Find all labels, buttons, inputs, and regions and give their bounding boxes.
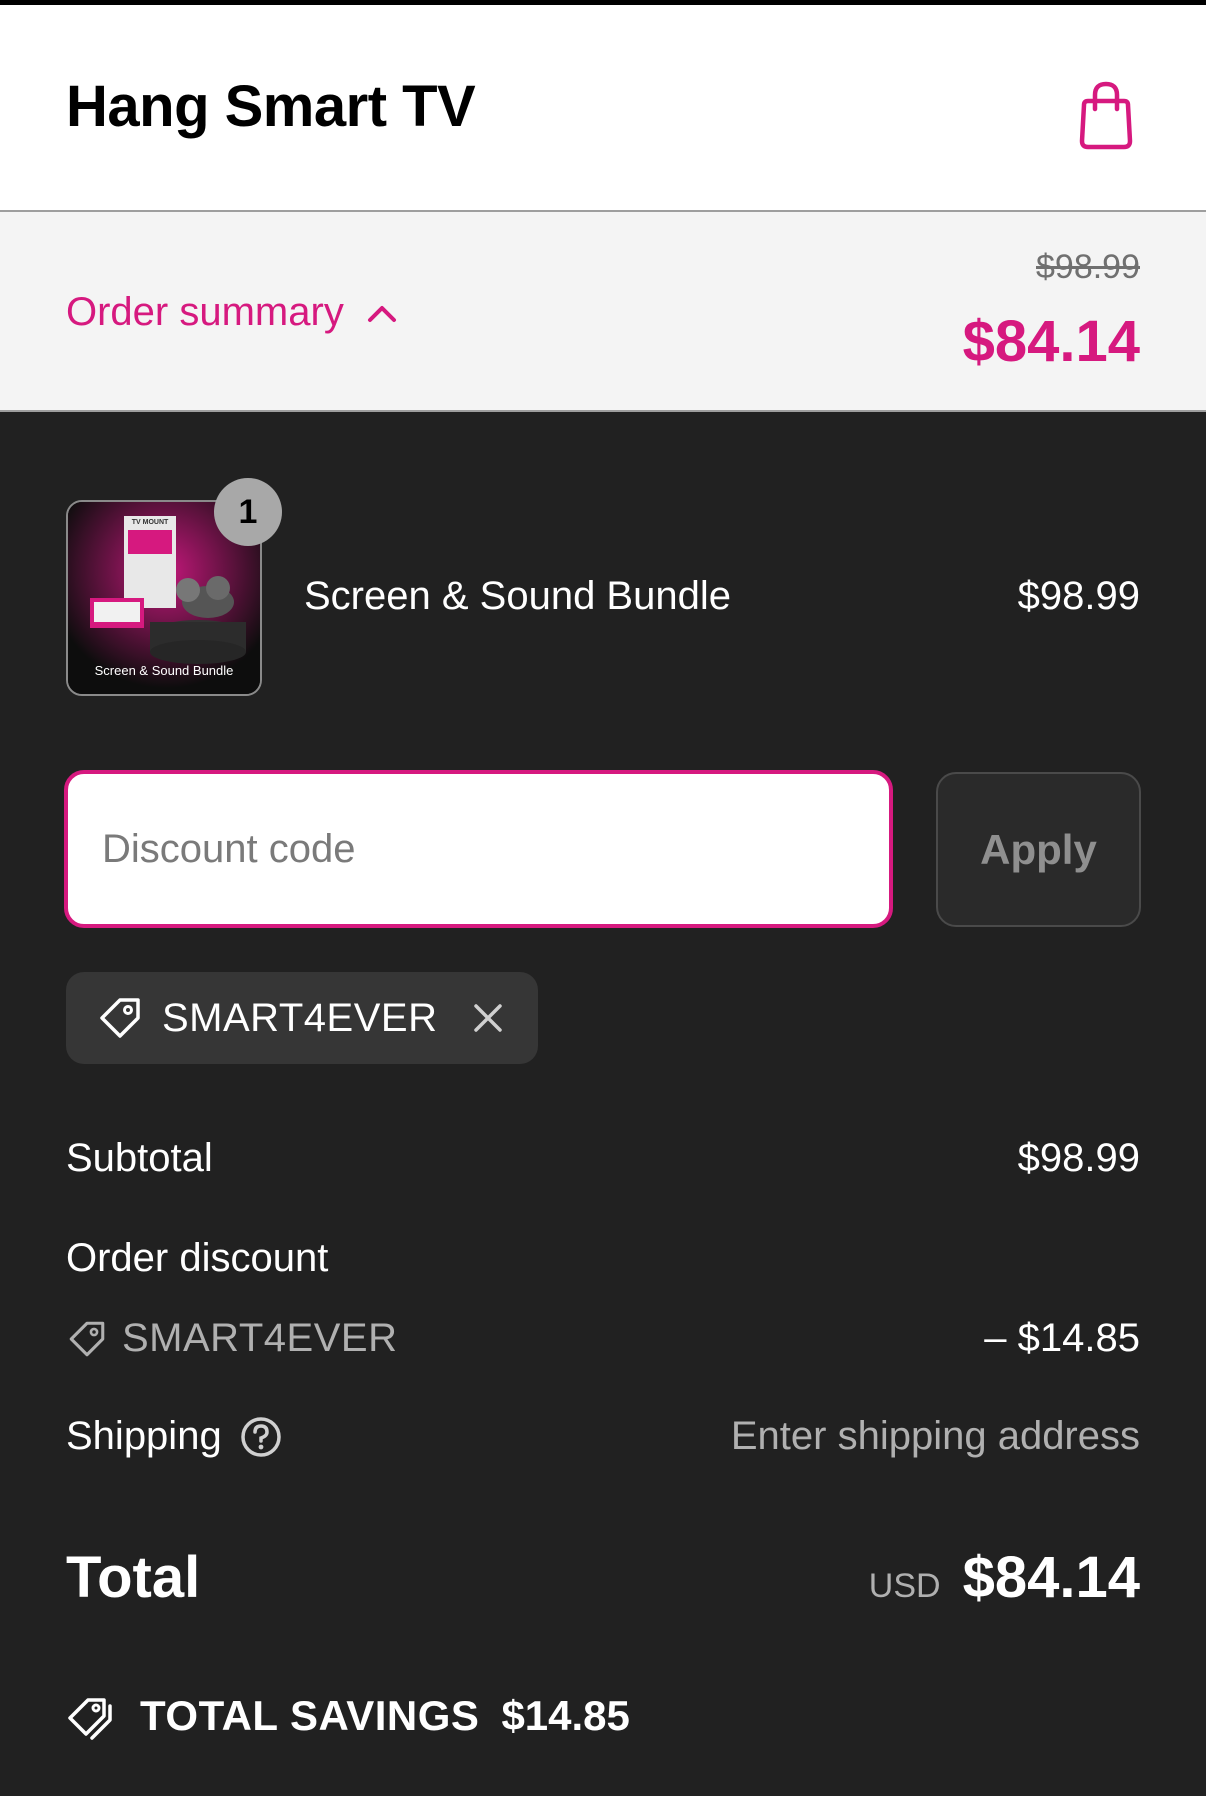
total-savings-value: $14.85 <box>501 1692 630 1739</box>
discount-code-input[interactable] <box>64 770 893 928</box>
apply-button[interactable]: Apply <box>936 772 1141 927</box>
discounted-price: $84.14 <box>962 309 1140 374</box>
applied-discount-chip: SMART4EVER <box>66 972 538 1064</box>
order-discount-label: Order discount <box>66 1236 329 1280</box>
shipping-label: Shipping <box>66 1414 222 1458</box>
line-item: TV MOUNT Screen & Sound Bundle 1 Screen … <box>66 478 1140 698</box>
currency-code: USD <box>868 1567 941 1605</box>
order-summary-label: Order summary <box>66 290 344 334</box>
order-summary-bar: Order summary $98.99 $84.14 <box>0 212 1206 412</box>
total-savings: TOTAL SAVINGS $14.85 <box>66 1692 630 1740</box>
applied-discount-code: SMART4EVER <box>162 995 438 1040</box>
quantity-badge: 1 <box>214 478 282 546</box>
total-savings-label: TOTAL SAVINGS <box>140 1692 480 1739</box>
original-price: $98.99 <box>1036 248 1140 286</box>
remove-discount-icon[interactable] <box>468 998 508 1038</box>
tag-icon <box>69 1321 105 1356</box>
total-label: Total <box>66 1545 201 1610</box>
order-summary-toggle[interactable]: Order summary <box>66 290 398 335</box>
item-name: Screen & Sound Bundle <box>304 574 731 618</box>
order-discount-value: – $14.85 <box>984 1316 1140 1360</box>
header: Hang Smart TV <box>0 5 1206 212</box>
subtotal-label: Subtotal <box>66 1136 213 1180</box>
shipping-line: Shipping <box>66 1414 282 1459</box>
subtotal-value: $98.99 <box>1017 1136 1140 1180</box>
total-amount: USD $84.14 <box>869 1544 1140 1611</box>
total-value: $84.14 <box>962 1545 1140 1610</box>
tag-icon <box>100 998 140 1038</box>
help-icon[interactable] <box>240 1416 282 1458</box>
order-discount-code: SMART4EVER <box>122 1316 398 1360</box>
shopping-bag-icon[interactable] <box>1076 79 1136 151</box>
box-label-text: TV MOUNT <box>132 519 169 526</box>
order-discount-code-line: SMART4EVER <box>66 1316 397 1361</box>
product-image-caption: Screen & Sound Bundle <box>94 663 234 678</box>
tags-icon <box>68 1698 112 1740</box>
item-price: $98.99 <box>1017 574 1140 618</box>
chevron-up-icon <box>367 305 396 322</box>
shipping-value: Enter shipping address <box>730 1414 1140 1458</box>
store-name[interactable]: Hang Smart TV <box>66 73 476 140</box>
